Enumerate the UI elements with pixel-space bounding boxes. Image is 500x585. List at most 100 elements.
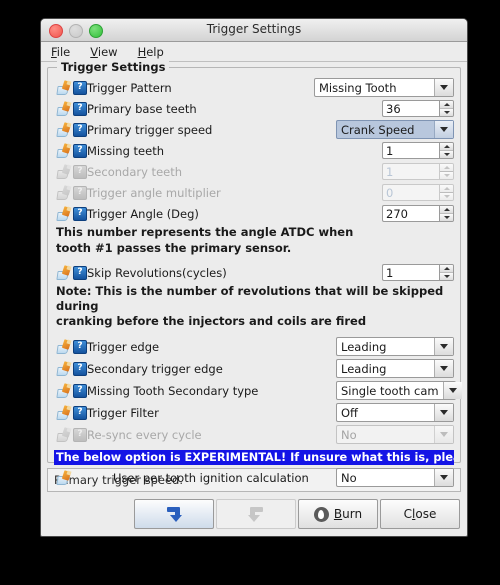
label-secondary-trigger-edge: Secondary trigger edge: [87, 361, 223, 376]
help-icon[interactable]: ?: [73, 361, 87, 376]
help-icon[interactable]: ?: [73, 101, 87, 116]
spinner-skip-revolutions[interactable]: 1: [382, 264, 454, 281]
field-secondary-trigger-edge: Leading: [336, 359, 454, 378]
redo-arrow-icon: [246, 505, 266, 523]
chevron-down-icon[interactable]: [434, 360, 453, 377]
pencil-icon: [56, 405, 72, 420]
spinner-down-icon: [440, 171, 453, 179]
combo-trigger-pattern[interactable]: Missing Tooth: [314, 78, 454, 97]
spinner-primary-base-teeth-value[interactable]: 36: [382, 100, 439, 117]
menu-file[interactable]: File: [48, 44, 73, 60]
spinner-buttons[interactable]: [439, 100, 454, 117]
menu-help[interactable]: Help: [135, 44, 167, 60]
chevron-down-icon[interactable]: [434, 469, 453, 486]
spinner-secondary-teeth: 1: [382, 163, 454, 180]
chevron-down-icon[interactable]: [434, 338, 453, 355]
menu-view[interactable]: View: [87, 44, 120, 60]
chevron-down-icon[interactable]: [442, 382, 462, 399]
spinner-down-icon[interactable]: [440, 108, 453, 116]
row-icons: ?: [54, 383, 87, 398]
spinner-buttons[interactable]: [439, 264, 454, 281]
combo-trigger-filter[interactable]: Off: [336, 403, 454, 422]
pencil-icon: [56, 101, 72, 116]
spinner-missing-teeth[interactable]: 1: [382, 142, 454, 159]
spinner-trigger-angle-value[interactable]: 270: [382, 205, 439, 222]
row-icons: ?: [54, 80, 87, 95]
label-trigger-filter: Trigger Filter: [87, 405, 159, 420]
spinner-up-icon[interactable]: [440, 143, 453, 150]
spinner-missing-teeth-value[interactable]: 1: [382, 142, 439, 159]
spinner-down-icon[interactable]: [440, 272, 453, 280]
spinner-buttons: [439, 163, 454, 180]
chevron-down-icon[interactable]: [434, 121, 453, 138]
combo-secondary-trigger-edge[interactable]: Leading: [336, 359, 454, 378]
spinner-up-icon[interactable]: [440, 206, 453, 213]
help-icon[interactable]: ?: [73, 143, 87, 158]
menu-file-rest: ile: [56, 44, 71, 59]
label-primary-base-teeth: Primary base teeth: [87, 101, 197, 116]
spinner-down-icon[interactable]: [440, 150, 453, 158]
spinner-primary-base-teeth[interactable]: 36: [382, 100, 454, 117]
combo-missing-tooth-secondary-type-value: Single tooth cam: [341, 384, 439, 398]
pencil-icon: [56, 206, 72, 221]
spinner-secondary-teeth-value: 1: [382, 163, 439, 180]
help-icon: ?: [73, 185, 87, 200]
row-secondary-teeth: ? Secondary teeth 1: [54, 161, 454, 182]
row-skip-revolutions: ? Skip Revolutions(cycles) 1: [54, 262, 454, 283]
field-primary-base-teeth: 36: [382, 100, 454, 117]
close-button[interactable]: Close: [380, 499, 460, 529]
help-icon[interactable]: ?: [73, 339, 87, 354]
close-rest: ose: [415, 507, 437, 521]
label-trigger-angle: Trigger Angle (Deg): [87, 206, 199, 221]
combo-primary-trigger-speed[interactable]: Crank Speed: [336, 120, 454, 139]
row-icons: ?: [54, 164, 87, 179]
help-icon[interactable]: ?: [73, 383, 87, 398]
spinner-up-icon[interactable]: [440, 265, 453, 272]
spinner-buttons[interactable]: [439, 205, 454, 222]
chevron-down-icon[interactable]: [434, 404, 453, 421]
trigger-settings-window: Trigger Settings File View Help Trigger …: [40, 18, 468, 537]
pencil-icon: [56, 122, 72, 137]
burn-flame-icon: [313, 506, 329, 522]
spinner-buttons[interactable]: [439, 142, 454, 159]
help-icon[interactable]: ?: [73, 80, 87, 95]
help-icon: ?: [73, 164, 87, 179]
spinner-up-icon: [440, 185, 453, 192]
chevron-down-icon[interactable]: [434, 79, 453, 96]
help-icon[interactable]: ?: [73, 265, 87, 280]
help-icon: ?: [73, 427, 87, 442]
combo-trigger-edge[interactable]: Leading: [336, 337, 454, 356]
spinner-trigger-angle[interactable]: 270: [382, 205, 454, 222]
burn-mnemonic: B: [333, 507, 343, 521]
combo-missing-tooth-secondary-type[interactable]: Single tooth cam: [336, 381, 462, 400]
spinner-skip-revolutions-value[interactable]: 1: [382, 264, 439, 281]
row-trigger-angle: ? Trigger Angle (Deg) 270: [54, 203, 454, 224]
field-user-per-tooth-ignition: No: [336, 468, 454, 487]
undo-button[interactable]: [134, 499, 214, 529]
combo-trigger-filter-value: Off: [341, 406, 358, 420]
spinner-up-icon[interactable]: [440, 101, 453, 108]
row-icons: ?: [54, 405, 87, 420]
field-skip-revolutions: 1: [382, 264, 454, 281]
menu-view-rest: iew: [97, 44, 118, 59]
spinner-buttons: [439, 184, 454, 201]
label-missing-tooth-secondary-type: Missing Tooth Secondary type: [87, 383, 259, 398]
undo-arrow-icon: [164, 505, 184, 523]
row-user-per-tooth-ignition: User per tooth ignition calculation No: [54, 467, 454, 489]
label-trigger-pattern: Trigger Pattern: [87, 80, 172, 95]
dialog-content: Trigger Settings ? Trigger Pattern Missi…: [41, 60, 467, 487]
spinner-down-icon[interactable]: [440, 213, 453, 221]
label-skip-revolutions: Skip Revolutions(cycles): [87, 265, 227, 280]
help-icon[interactable]: ?: [73, 122, 87, 137]
row-icons: ?: [54, 265, 87, 280]
row-resync-every-cycle: ? Re-sync every cycle No: [54, 424, 454, 446]
row-icons: ?: [54, 427, 87, 442]
field-trigger-angle: 270: [382, 205, 454, 222]
row-icons: ?: [54, 361, 87, 376]
help-icon[interactable]: ?: [73, 206, 87, 221]
help-icon[interactable]: ?: [73, 405, 87, 420]
combo-user-per-tooth-ignition[interactable]: No: [336, 468, 454, 487]
field-primary-trigger-speed: Crank Speed: [336, 120, 454, 139]
pencil-icon: [56, 265, 72, 280]
burn-button[interactable]: Burn: [298, 499, 378, 529]
